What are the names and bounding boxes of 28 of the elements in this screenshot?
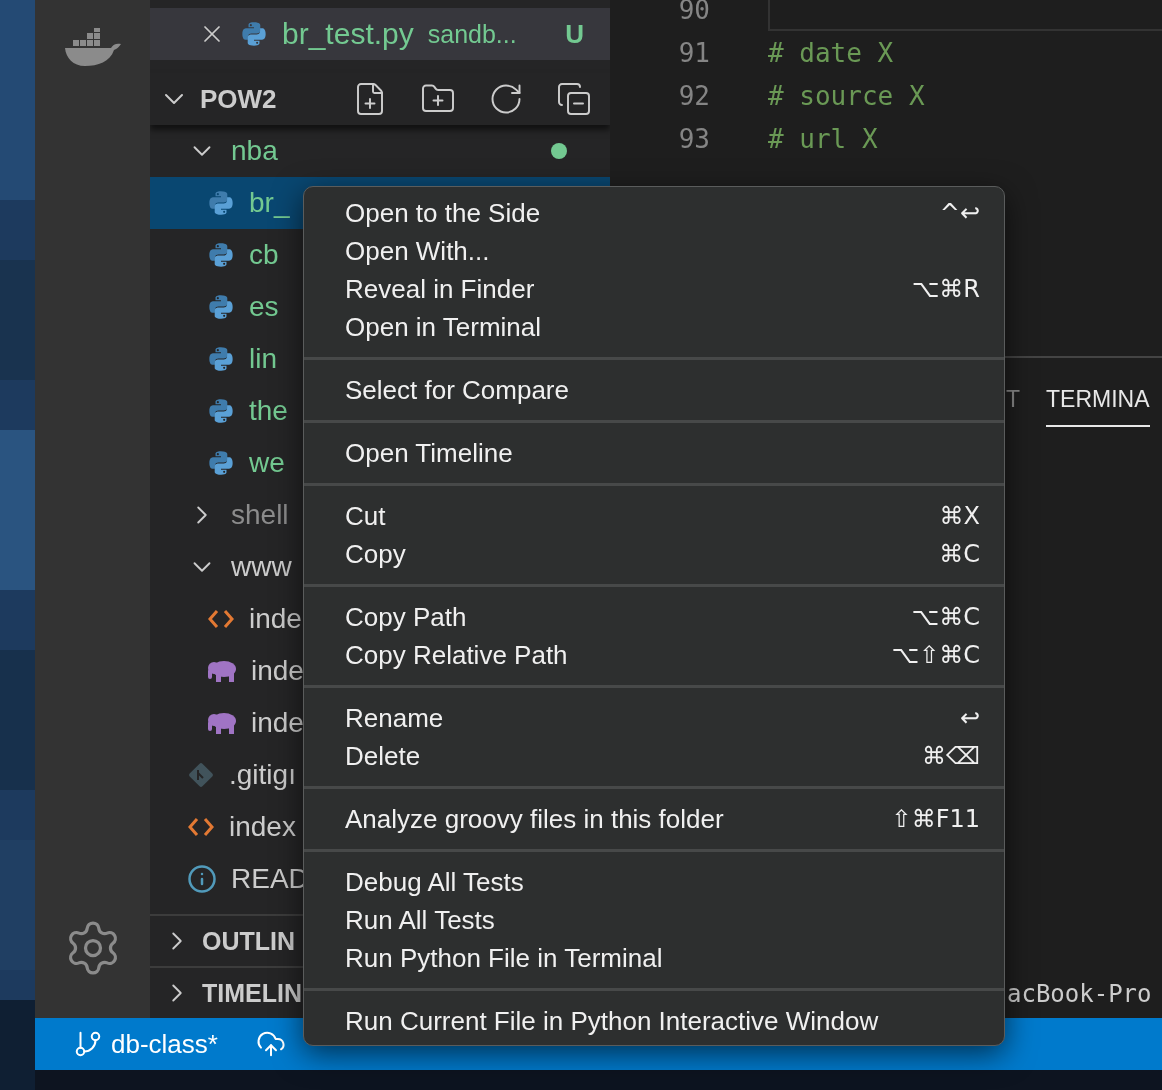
file-name: inde — [251, 655, 304, 687]
file-name: inde — [249, 603, 302, 635]
file-name: br_ — [249, 187, 290, 219]
git-status-label: U — [565, 18, 584, 50]
section-title: TIMELIN — [202, 978, 302, 1008]
file-name: es — [249, 291, 279, 323]
file-name: .gitigı — [229, 759, 296, 791]
code-comment: # date X — [768, 37, 894, 68]
file-path: sandb... — [427, 19, 517, 49]
line-number: 92 — [677, 80, 710, 111]
section-title: OUTLIN — [202, 926, 296, 956]
folder-name: shell — [231, 499, 289, 531]
explorer-title: POW2 — [200, 83, 277, 115]
file-name: inde — [251, 707, 304, 739]
file-name: we — [249, 447, 285, 479]
file-name: the — [249, 395, 288, 427]
code-comment: # source X — [768, 80, 925, 111]
file-name: lin — [249, 343, 277, 375]
line-number: 93 — [677, 123, 710, 154]
line-number: 90 — [677, 0, 710, 25]
folder-name: www — [231, 551, 292, 583]
terminal-text: acBook-Pro — [1006, 980, 1153, 1008]
file-name: index — [229, 811, 296, 843]
line-number: 91 — [677, 37, 710, 68]
file-name: cb — [249, 239, 279, 271]
file-name: br_test.py — [282, 17, 414, 51]
code-comment: # url X — [768, 123, 878, 154]
folder-name: nba — [231, 135, 278, 167]
